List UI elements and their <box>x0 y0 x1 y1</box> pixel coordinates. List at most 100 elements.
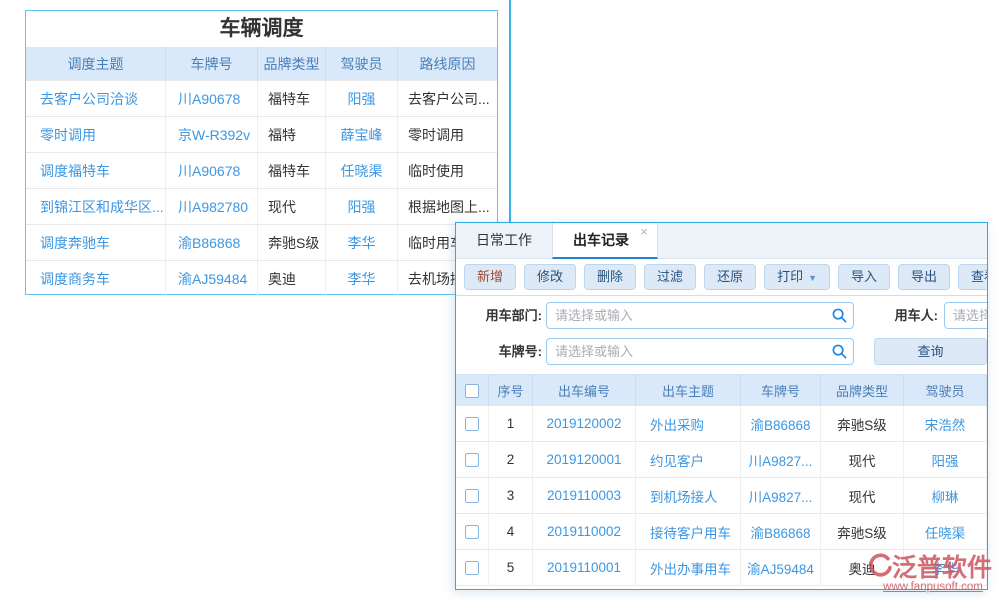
subject-link[interactable]: 约见客户 <box>636 442 741 477</box>
driver-link[interactable]: 柳琳 <box>904 478 987 513</box>
driver-link[interactable]: 李华 <box>904 550 987 585</box>
driver-link[interactable]: 宋浩然 <box>904 406 987 441</box>
no-cell: 3 <box>489 478 533 513</box>
plate-input[interactable] <box>546 338 854 365</box>
query-button[interactable]: 查询 <box>874 338 987 365</box>
driver-link[interactable]: 李华 <box>326 225 398 260</box>
background-window-edge <box>509 0 511 225</box>
row-checkbox[interactable] <box>465 417 479 431</box>
plate-link[interactable]: 京W-R392v <box>166 117 258 152</box>
subject-link[interactable]: 调度奔驰车 <box>26 225 166 260</box>
table-row: 3 2019110003 到机场接人 川A9827... 现代 柳琳 <box>456 478 987 514</box>
driver-link[interactable]: 阳强 <box>326 81 398 116</box>
dispatch-table-header: 调度主题 车牌号 品牌类型 驾驶员 路线原因 <box>26 47 497 80</box>
restore-button[interactable]: 还原 <box>704 264 756 290</box>
col-header-driver: 驾驶员 <box>326 47 398 80</box>
tab-bar: 日常工作 出车记录 × <box>456 223 987 259</box>
export-button[interactable]: 导出 <box>898 264 950 290</box>
toolbar: 新增 修改 删除 过滤 还原 打印 ▼ 导入 导出 查看日志 <box>456 259 987 296</box>
subject-link[interactable]: 调度福特车 <box>26 153 166 188</box>
subject-link[interactable]: 外出采购 <box>636 406 741 441</box>
driver-link[interactable]: 阳强 <box>904 442 987 477</box>
brand-cell: 奥迪 <box>821 550 904 585</box>
modify-button[interactable]: 修改 <box>524 264 576 290</box>
table-row: 去客户公司洽谈 川A90678 福特车 阳强 去客户公司... <box>26 80 497 116</box>
code-link[interactable]: 2019120001 <box>533 442 636 477</box>
col-header-brand: 品牌类型 <box>258 47 326 80</box>
col-header-plate: 车牌号 <box>166 47 258 80</box>
filter-button[interactable]: 过滤 <box>644 264 696 290</box>
no-cell: 4 <box>489 514 533 549</box>
user-input[interactable] <box>944 302 988 329</box>
import-button[interactable]: 导入 <box>838 264 890 290</box>
code-link[interactable]: 2019110003 <box>533 478 636 513</box>
subject-link[interactable]: 到锦江区和成华区... <box>26 189 166 224</box>
table-row: 到锦江区和成华区... 川A982780 现代 阳强 根据地图上... <box>26 188 497 224</box>
select-all-checkbox[interactable] <box>465 384 479 398</box>
brand-cell: 现代 <box>821 442 904 477</box>
desktop: 车辆调度 调度主题 车牌号 品牌类型 驾驶员 路线原因 去客户公司洽谈 川A90… <box>0 0 1000 600</box>
tab-dispatch-record[interactable]: 出车记录 × <box>552 223 658 259</box>
panel-title: 车辆调度 <box>26 11 497 47</box>
close-icon[interactable]: × <box>640 224 648 239</box>
col-header-subject: 调度主题 <box>26 47 166 80</box>
plate-link[interactable]: 川A9827... <box>741 442 821 477</box>
print-button[interactable]: 打印 ▼ <box>764 264 830 290</box>
subject-link[interactable]: 接待客户用车 <box>636 514 741 549</box>
driver-link[interactable]: 李华 <box>326 261 398 296</box>
code-link[interactable]: 2019120002 <box>533 406 636 441</box>
plate-link[interactable]: 川A90678 <box>166 81 258 116</box>
dept-input[interactable] <box>546 302 854 329</box>
search-icon[interactable] <box>832 308 847 323</box>
brand-cell: 现代 <box>258 189 326 224</box>
col-header-driver: 驾驶员 <box>904 375 987 406</box>
row-checkbox[interactable] <box>465 489 479 503</box>
print-label: 打印 <box>777 269 803 284</box>
code-link[interactable]: 2019110002 <box>533 514 636 549</box>
col-header-code: 出车编号 <box>533 375 636 406</box>
brand-cell: 福特 <box>258 117 326 152</box>
plate-link[interactable]: 渝B86868 <box>741 406 821 441</box>
driver-link[interactable]: 薛宝峰 <box>326 117 398 152</box>
plate-link[interactable]: 川A9827... <box>741 478 821 513</box>
reason-cell: 根据地图上... <box>398 189 497 224</box>
subject-link[interactable]: 零时调用 <box>26 117 166 152</box>
reason-cell: 去客户公司... <box>398 81 497 116</box>
table-row: 调度奔驰车 渝B86868 奔驰S级 李华 临时用车 <box>26 224 497 260</box>
table-row: 5 2019110001 外出办事用车 渝AJ59484 奥迪 李华 <box>456 550 987 586</box>
search-icon[interactable] <box>832 344 847 359</box>
brand-cell: 奔驰S级 <box>821 514 904 549</box>
table-row: 1 2019120002 外出采购 渝B86868 奔驰S级 宋浩然 <box>456 406 987 442</box>
table-row: 零时调用 京W-R392v 福特 薛宝峰 零时调用 <box>26 116 497 152</box>
brand-cell: 福特车 <box>258 153 326 188</box>
checkbox-cell <box>456 406 489 441</box>
view-log-button[interactable]: 查看日志 <box>958 264 988 290</box>
plate-link[interactable]: 川A982780 <box>166 189 258 224</box>
driver-link[interactable]: 任晓渠 <box>904 514 987 549</box>
subject-link[interactable]: 到机场接人 <box>636 478 741 513</box>
plate-link[interactable]: 渝AJ59484 <box>166 261 258 296</box>
add-button[interactable]: 新增 <box>464 264 516 290</box>
col-header-brand: 品牌类型 <box>821 375 904 406</box>
table-row: 4 2019110002 接待客户用车 渝B86868 奔驰S级 任晓渠 <box>456 514 987 550</box>
subject-link[interactable]: 外出办事用车 <box>636 550 741 585</box>
row-checkbox[interactable] <box>465 453 479 467</box>
row-checkbox[interactable] <box>465 561 479 575</box>
checkbox-cell <box>456 514 489 549</box>
plate-link[interactable]: 川A90678 <box>166 153 258 188</box>
brand-cell: 奔驰S级 <box>258 225 326 260</box>
code-link[interactable]: 2019110001 <box>533 550 636 585</box>
no-cell: 2 <box>489 442 533 477</box>
row-checkbox[interactable] <box>465 525 479 539</box>
driver-link[interactable]: 阳强 <box>326 189 398 224</box>
subject-link[interactable]: 去客户公司洽谈 <box>26 81 166 116</box>
delete-button[interactable]: 删除 <box>584 264 636 290</box>
caret-down-icon: ▼ <box>808 273 817 283</box>
plate-link[interactable]: 渝B86868 <box>741 514 821 549</box>
plate-link[interactable]: 渝B86868 <box>166 225 258 260</box>
tab-daily-work[interactable]: 日常工作 <box>456 223 552 258</box>
plate-link[interactable]: 渝AJ59484 <box>741 550 821 585</box>
brand-cell: 福特车 <box>258 81 326 116</box>
subject-link[interactable]: 调度商务车 <box>26 261 166 296</box>
driver-link[interactable]: 任晓渠 <box>326 153 398 188</box>
